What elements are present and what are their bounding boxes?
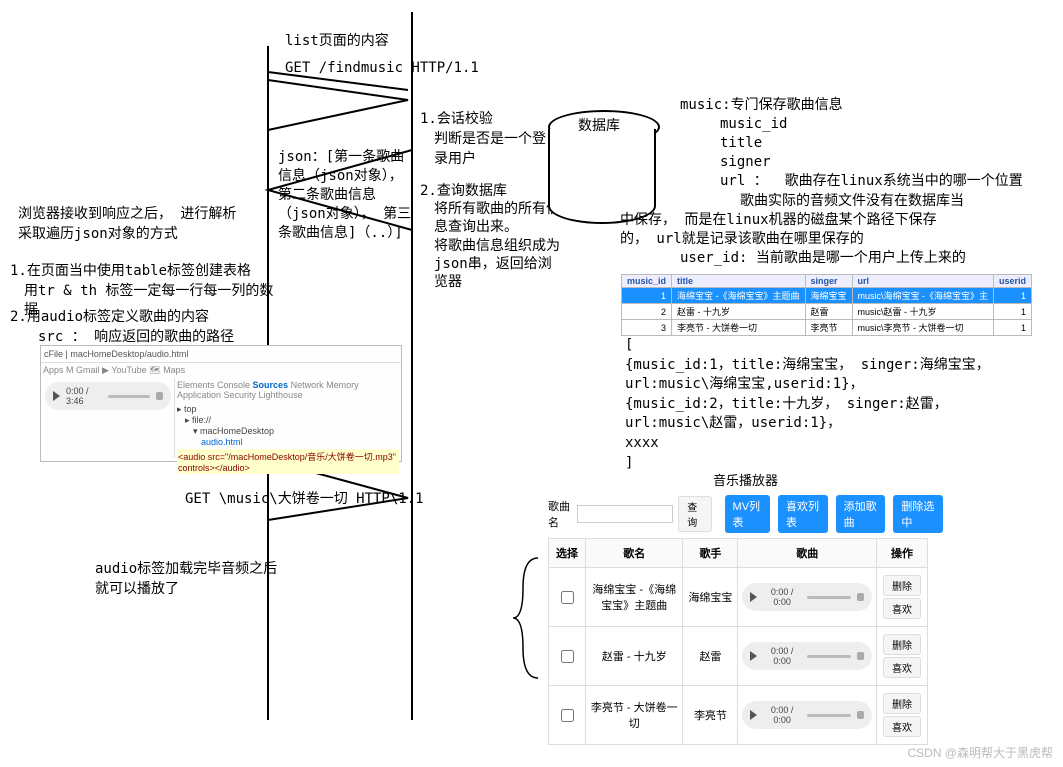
audio-time: 0:00 / 0:00 <box>763 587 800 607</box>
audio-player[interactable]: 0:00 / 0:00 <box>742 642 872 670</box>
schema-url-label: url ： <box>720 173 768 189</box>
label-http-music: GET \music\大饼卷一切 HTTP\1.1 <box>185 488 424 508</box>
step1-body: 判断是否是一个登录用户 <box>434 128 550 168</box>
db-td: 1 <box>994 288 1032 304</box>
db-th: title <box>672 275 806 288</box>
song-name: 李亮节 - 大饼卷一切 <box>586 686 683 745</box>
db-th: singer <box>805 275 852 288</box>
step2-body2: 将歌曲信息组织成为json串，返回给浏览器 <box>434 237 565 292</box>
schema-title: music:专门保存歌曲信息 <box>680 96 1060 115</box>
step2-title: 2.查询数据库 <box>420 182 565 200</box>
row-checkbox[interactable] <box>561 591 574 604</box>
player-title: 音乐播放器 <box>548 470 943 489</box>
delete-button[interactable]: 删除 <box>883 634 921 655</box>
search-button[interactable]: 查询 <box>678 496 711 532</box>
db-td: 2 <box>622 304 672 320</box>
db-td: 赵雷 <box>805 304 852 320</box>
th-name: 歌名 <box>586 539 683 568</box>
th-ops: 操作 <box>877 539 928 568</box>
db-th: music_id <box>622 275 672 288</box>
db-td: 李亮节 - 大饼卷一切 <box>672 320 806 336</box>
schema-title-f: title <box>720 134 1060 153</box>
audio-done1: audio标签加载完毕音频之后 <box>95 560 277 580</box>
table-row: 赵雷 - 十九岁 赵雷 0:00 / 0:00 删除喜欢 <box>549 627 928 686</box>
play-icon[interactable] <box>750 592 757 602</box>
fav-button[interactable]: 喜欢 <box>883 598 921 619</box>
row-checkbox[interactable] <box>561 650 574 663</box>
db-th: url <box>852 275 994 288</box>
add-song-button[interactable]: 添加歌曲 <box>836 495 886 533</box>
devtools-screenshot: cFile | macHomeDesktop/audio.html Apps M… <box>40 345 402 462</box>
fav-button[interactable]: 喜欢 <box>883 716 921 737</box>
db-td: 赵雷 - 十九岁 <box>672 304 806 320</box>
search-input[interactable] <box>577 505 673 523</box>
play-icon[interactable] <box>750 651 757 661</box>
row-checkbox[interactable] <box>561 709 574 722</box>
schema-url-desc: 歌曲存在linux系统当中的哪一个位置 <box>785 173 1023 189</box>
db-td: 李亮节 <box>805 320 852 336</box>
point2a: 2.用audio标签定义歌曲的内容 <box>10 308 285 328</box>
audio-time: 0:00 / 0:00 <box>763 705 800 725</box>
db-td: 3 <box>622 320 672 336</box>
json-l2: {music_id:2，title:十九岁， singer:赵雷， url:mu… <box>625 395 1045 434</box>
fav-list-button[interactable]: 喜欢列表 <box>778 495 828 533</box>
database-label: 数据库 <box>578 115 620 135</box>
db-td: music\赵雷 - 十九岁 <box>852 304 994 320</box>
player-table: 选择 歌名 歌手 歌曲 操作 海绵宝宝 -《海绵宝宝》主题曲 海绵宝宝 0:00… <box>548 538 928 745</box>
fav-button[interactable]: 喜欢 <box>883 657 921 678</box>
play-icon <box>53 391 60 401</box>
song-name: 海绵宝宝 -《海绵宝宝》主题曲 <box>586 568 683 627</box>
delete-button[interactable]: 删除 <box>883 575 921 596</box>
schema-userid: user_id: 当前歌曲是哪一个用户上传上来的 <box>680 249 1060 268</box>
step2-body1: 将所有歌曲的所有信息查询出来。 <box>434 200 565 236</box>
step1-title: 1.会话校验 <box>420 108 550 128</box>
point1a: 1.在页面当中使用table标签创建表格 <box>10 262 285 282</box>
audio-time: 0:00 / 0:00 <box>763 646 800 666</box>
audio-player[interactable]: 0:00 / 0:00 <box>742 701 872 729</box>
song-name: 赵雷 - 十九岁 <box>586 627 683 686</box>
schema-url-l2: 中保存， 而是在linux机器的磁盘某个路径下保存 <box>620 211 1060 230</box>
watermark: CSDN @森明帮大于黑虎帮 <box>907 744 1053 761</box>
song-singer: 李亮节 <box>683 686 738 745</box>
volume-icon[interactable] <box>857 711 864 719</box>
table-row: 李亮节 - 大饼卷一切 李亮节 0:00 / 0:00 删除喜欢 <box>549 686 928 745</box>
table-row: 海绵宝宝 -《海绵宝宝》主题曲 海绵宝宝 0:00 / 0:00 删除喜欢 <box>549 568 928 627</box>
volume-icon <box>156 392 163 400</box>
search-label: 歌曲名 <box>548 498 573 530</box>
th-song: 歌曲 <box>738 539 877 568</box>
label-list-page: list页面的内容 <box>285 30 389 50</box>
db-td: 海绵宝宝 -《海绵宝宝》主题曲 <box>672 288 806 304</box>
th-select: 选择 <box>549 539 586 568</box>
delete-button[interactable]: 删除 <box>883 693 921 714</box>
song-singer: 海绵宝宝 <box>683 568 738 627</box>
db-td: 1 <box>622 288 672 304</box>
mv-list-button[interactable]: MV列表 <box>725 495 770 533</box>
schema-url-l1: 歌曲实际的音频文件没有在数据库当 <box>620 192 1060 211</box>
volume-icon[interactable] <box>857 593 864 601</box>
schema-musicid: music_id <box>720 115 1060 134</box>
browser-parse-1: 浏览器接收到响应之后， 进行解析 <box>18 205 278 225</box>
json-l3: xxxx <box>625 434 1045 454</box>
audio-player[interactable]: 0:00 / 0:00 <box>742 583 872 611</box>
db-td: 1 <box>994 304 1032 320</box>
json-l0: [ <box>625 336 1045 356</box>
volume-icon[interactable] <box>857 652 864 660</box>
browser-parse-2: 采取遍历json对象的方式 <box>18 225 278 245</box>
play-icon[interactable] <box>750 710 757 720</box>
db-td: 海绵宝宝 <box>805 288 852 304</box>
delete-selected-button[interactable]: 删除选中 <box>893 495 943 533</box>
song-singer: 赵雷 <box>683 627 738 686</box>
db-td: 1 <box>994 320 1032 336</box>
label-json-response: json：[第一条歌曲信息（json对象）， 第二条歌曲信息（json对象）， … <box>278 148 416 242</box>
db-td: music\李亮节 - 大饼卷一切 <box>852 320 994 336</box>
db-th: userid <box>994 275 1032 288</box>
json-l1: {music_id:1，title:海绵宝宝， singer:海绵宝宝， url… <box>625 356 1045 395</box>
label-http-get: GET /findmusic HTTP/1.1 <box>285 60 479 76</box>
th-singer: 歌手 <box>683 539 738 568</box>
db-td: music\海绵宝宝 -《海绵宝宝》主 <box>852 288 994 304</box>
audio-done2: 就可以播放了 <box>95 580 277 600</box>
schema-url-l3: 的， url就是记录该歌曲在哪里保存的 <box>620 230 1060 249</box>
schema-signer: signer <box>720 153 1060 172</box>
db-table: music_id title singer url userid 1 海绵宝宝 … <box>621 274 1032 336</box>
